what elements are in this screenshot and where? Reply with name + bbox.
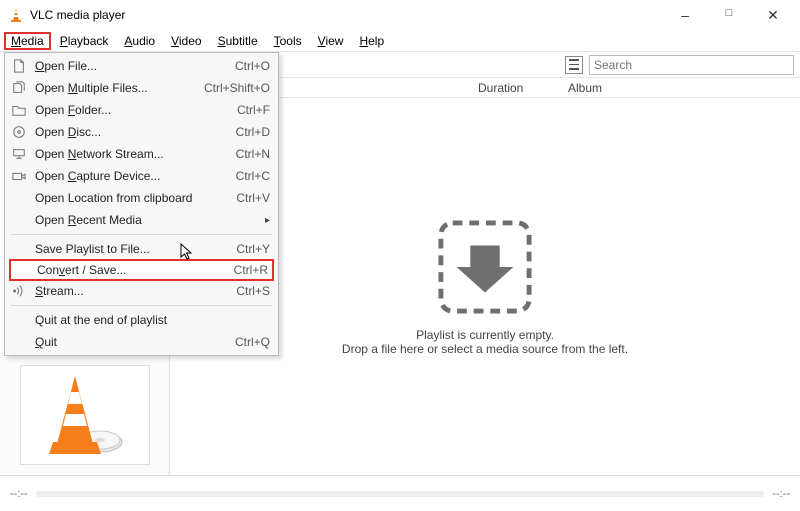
menu-tools[interactable]: Tools (267, 32, 309, 50)
menu-item-label: Quit (35, 335, 235, 349)
menu-item-open-recent-media[interactable]: Open Recent Media ▸ (5, 209, 278, 231)
menu-item-shortcut: Ctrl+O (235, 59, 270, 73)
menu-item-shortcut: Ctrl+D (236, 125, 270, 139)
view-mode-icon[interactable] (565, 56, 583, 74)
minimize-button[interactable]: – (672, 7, 698, 24)
menu-item-shortcut: Ctrl+F (237, 103, 270, 117)
menu-item-shortcut: Ctrl+Q (235, 335, 270, 349)
menu-item-open-disc[interactable]: Open Disc...Ctrl+D (5, 121, 278, 143)
close-button[interactable]: ✕ (760, 7, 786, 24)
column-duration[interactable]: Duration (470, 78, 560, 97)
window-controls: – □ ✕ (672, 7, 786, 24)
submenu-arrow-icon: ▸ (265, 215, 270, 226)
menu-item-label: Open Folder... (35, 103, 237, 117)
menu-item-label: Open Recent Media (35, 213, 259, 227)
menu-item-label: Stream... (35, 284, 236, 298)
menu-item-shortcut: Ctrl+S (236, 284, 270, 298)
menu-item-label: Open Network Stream... (35, 147, 236, 161)
vlc-cone-icon (35, 370, 135, 460)
menu-item-label: Save Playlist to File... (35, 242, 236, 256)
menu-item-shortcut: Ctrl+V (236, 191, 270, 205)
menu-separator (11, 234, 272, 235)
menu-playback[interactable]: Playback (53, 32, 116, 50)
menu-item-save-playlist-to-file[interactable]: Save Playlist to File...Ctrl+Y (5, 238, 278, 260)
blank-icon (11, 262, 31, 278)
menu-item-label: Open File... (35, 59, 235, 73)
empty-line-2: Drop a file here or select a media sourc… (342, 342, 628, 356)
stream-icon (9, 283, 29, 299)
menu-item-open-folder[interactable]: Open Folder...Ctrl+F (5, 99, 278, 121)
menu-item-convert-save[interactable]: Convert / Save...Ctrl+R (9, 259, 274, 281)
menu-item-quit[interactable]: QuitCtrl+Q (5, 331, 278, 353)
blank-icon (9, 312, 29, 328)
file-icon (9, 58, 29, 74)
menu-item-open-location-from-clipboard[interactable]: Open Location from clipboardCtrl+V (5, 187, 278, 209)
blank-icon (9, 190, 29, 206)
menu-item-shortcut: Ctrl+C (236, 169, 270, 183)
blank-icon (9, 334, 29, 350)
menu-item-open-capture-device[interactable]: Open Capture Device...Ctrl+C (5, 165, 278, 187)
menu-item-shortcut: Ctrl+Y (236, 242, 270, 256)
menubar: MediaPlaybackAudioVideoSubtitleToolsView… (0, 30, 800, 52)
menu-separator (11, 305, 272, 306)
blank-icon (9, 212, 29, 228)
workspace: Open File...Ctrl+OOpen Multiple Files...… (0, 52, 800, 475)
titlebar: VLC media player – □ ✕ (0, 0, 800, 30)
menu-media[interactable]: Media (4, 32, 51, 50)
menu-item-open-multiple-files[interactable]: Open Multiple Files...Ctrl+Shift+O (5, 77, 278, 99)
menu-item-quit-at-the-end-of-playlist[interactable]: Quit at the end of playlist (5, 309, 278, 331)
menu-item-shortcut: Ctrl+R (234, 263, 268, 277)
album-art-placeholder (20, 365, 150, 465)
seek-bar[interactable] (36, 491, 765, 497)
blank-icon (9, 241, 29, 257)
menu-item-shortcut: Ctrl+N (236, 147, 270, 161)
menu-audio[interactable]: Audio (117, 32, 162, 50)
maximize-button[interactable]: □ (716, 7, 742, 24)
menu-item-label: Open Location from clipboard (35, 191, 236, 205)
empty-line-1: Playlist is currently empty. (416, 328, 554, 342)
media-dropdown: Open File...Ctrl+OOpen Multiple Files...… (4, 52, 279, 356)
time-elapsed: --:-- (10, 488, 28, 500)
sidebar: Open File...Ctrl+OOpen Multiple Files...… (0, 52, 170, 475)
files-icon (9, 80, 29, 96)
menu-item-label: Open Capture Device... (35, 169, 236, 183)
menu-video[interactable]: Video (164, 32, 208, 50)
menu-item-shortcut: Ctrl+Shift+O (204, 81, 270, 95)
vlc-logo-icon (8, 7, 24, 23)
menu-item-label: Convert / Save... (37, 263, 234, 277)
search-input[interactable] (589, 55, 794, 75)
menu-item-label: Quit at the end of playlist (35, 313, 270, 327)
menu-item-open-file[interactable]: Open File...Ctrl+O (5, 55, 278, 77)
menu-item-label: Open Multiple Files... (35, 81, 204, 95)
menu-item-open-network-stream[interactable]: Open Network Stream...Ctrl+N (5, 143, 278, 165)
bottom-bar: --:-- --:-- (0, 475, 800, 511)
menu-item-label: Open Disc... (35, 125, 236, 139)
menu-view[interactable]: View (311, 32, 351, 50)
menu-item-stream[interactable]: Stream...Ctrl+S (5, 280, 278, 302)
time-total: --:-- (772, 488, 790, 500)
disc-icon (9, 124, 29, 140)
drop-target-icon (436, 218, 534, 316)
menu-subtitle[interactable]: Subtitle (211, 32, 265, 50)
capture-icon (9, 168, 29, 184)
network-icon (9, 146, 29, 162)
window-title: VLC media player (30, 8, 672, 22)
menu-help[interactable]: Help (352, 32, 391, 50)
column-album[interactable]: Album (560, 78, 800, 97)
folder-icon (9, 102, 29, 118)
